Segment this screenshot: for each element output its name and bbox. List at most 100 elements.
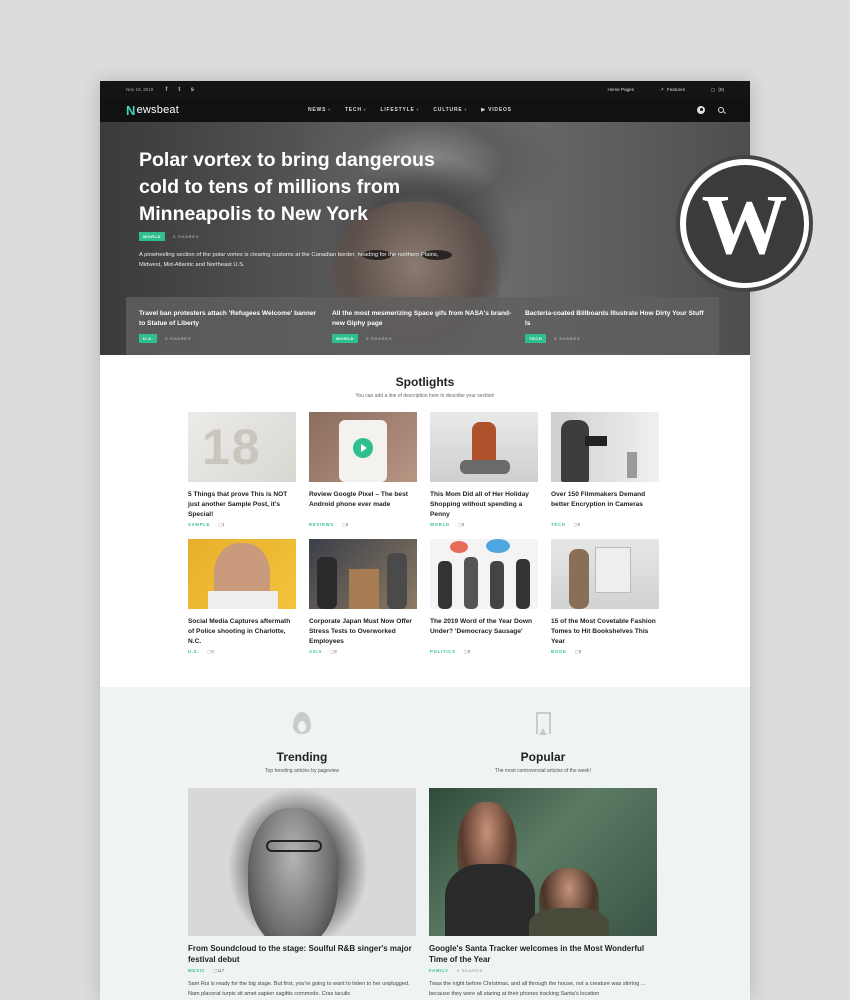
category-badge[interactable]: WORLD	[139, 232, 166, 241]
article-card[interactable]: 18 5 Things that prove This is NOT just …	[188, 412, 296, 527]
speech-bubble-graphic	[486, 539, 510, 553]
strip-item[interactable]: Travel ban protesters attach 'Refugees W…	[139, 309, 319, 355]
article-title[interactable]: Social Media Captures aftermath of Polic…	[188, 617, 296, 648]
category-badge[interactable]: TECH	[525, 334, 547, 343]
nav-item-tech[interactable]: TECH	[345, 107, 367, 113]
facebook-icon[interactable]: f	[163, 87, 169, 93]
strip-item-title[interactable]: Travel ban protesters attach 'Refugees W…	[139, 309, 319, 330]
article-thumbnail[interactable]	[551, 412, 659, 482]
features-link[interactable]: ↗ Features	[660, 87, 685, 93]
article-card[interactable]: Review Google Pixel – The best Android p…	[309, 412, 417, 527]
person-graphic	[387, 553, 407, 609]
cart-link[interactable]: ▢ (0)	[711, 87, 724, 93]
article-thumbnail[interactable]: 18	[188, 412, 296, 482]
comment-count: 0	[458, 522, 464, 527]
person-graphic	[472, 422, 496, 462]
article-card[interactable]: The 2019 Word of the Year Down Under? 'D…	[430, 539, 538, 654]
comment-count: 0	[207, 649, 213, 654]
category-badge[interactable]: WORLD	[332, 334, 359, 343]
strip-item-meta: TECH 0 SHARES	[525, 334, 705, 343]
browser-frame: Nov 19, 2019 f t s Home Pages ↗ Features …	[100, 81, 750, 1000]
food-graphic	[349, 569, 379, 609]
book-graphic	[595, 547, 631, 593]
play-icon[interactable]	[353, 438, 373, 458]
strip-item-title[interactable]: All the most mesmerizing Space gifs from…	[332, 309, 512, 330]
bookmark-icon	[528, 712, 558, 742]
category-label[interactable]: BOOK	[551, 649, 567, 654]
person-graphic	[516, 559, 530, 609]
hero-description: A pinwheeling section of the polar vorte…	[139, 252, 439, 268]
article-title[interactable]: 5 Things that prove This is NOT just ano…	[188, 490, 296, 521]
snapchat-icon[interactable]: s	[189, 87, 195, 93]
article-title[interactable]: Review Google Pixel – The best Android p…	[309, 490, 417, 521]
category-badge[interactable]: U.S.	[139, 334, 158, 343]
site-logo[interactable]: N ews beat	[126, 103, 179, 118]
twitter-icon[interactable]: t	[176, 87, 182, 93]
strip-item-meta: U.S. 0 SHARES	[139, 334, 319, 343]
article-image[interactable]	[188, 788, 416, 936]
article-title[interactable]: Over 150 Filmmakers Demand better Encryp…	[551, 490, 659, 521]
nav-item-news[interactable]: NEWS	[308, 107, 331, 113]
article-card[interactable]: 15 of the Most Covetable Fashion Tomes t…	[551, 539, 659, 654]
number-graphic: 18	[202, 419, 262, 475]
article-title[interactable]: This Mom Did all of Her Holiday Shopping…	[430, 490, 538, 521]
spotlights-grid: 18 5 Things that prove This is NOT just …	[188, 412, 659, 654]
comment-count: 0	[330, 649, 336, 654]
spotlights-section: Spotlights You can add a line of descrip…	[100, 355, 750, 687]
shares-count: 0 SHARES	[173, 234, 200, 239]
category-label[interactable]: U.S.	[188, 649, 199, 654]
article-meta: SAMPLE 1	[188, 522, 296, 527]
section-title: Popular	[520, 750, 566, 764]
category-label[interactable]: POLITICS	[430, 649, 456, 654]
article-title[interactable]: 15 of the Most Covetable Fashion Tomes t…	[551, 617, 659, 648]
article-title[interactable]: The 2019 Word of the Year Down Under? 'D…	[430, 617, 538, 648]
article-title[interactable]: Corporate Japan Must Now Offer Stress Te…	[309, 617, 417, 648]
article-card[interactable]: Social Media Captures aftermath of Polic…	[188, 539, 296, 654]
category-label[interactable]: SAMPLE	[188, 522, 210, 527]
logo-text-a: ews	[136, 104, 157, 116]
person-graphic	[561, 420, 589, 482]
category-label[interactable]: TECH	[551, 522, 566, 527]
category-label[interactable]: ASIA	[309, 649, 322, 654]
strip-item[interactable]: All the most mesmerizing Space gifs from…	[332, 309, 512, 355]
article-title[interactable]: Google's Santa Tracker welcomes in the M…	[429, 943, 657, 965]
category-label[interactable]: MUSIC	[188, 968, 206, 973]
arrow-icon: ↗	[660, 86, 664, 92]
article-image[interactable]	[429, 788, 657, 936]
comment-count: 0	[574, 522, 580, 527]
nav-item-videos[interactable]: ▶ VIDEOS	[481, 107, 512, 113]
hero-title[interactable]: Polar vortex to bring dangerous cold to …	[139, 147, 459, 228]
article-meta: POLITICS 0	[430, 649, 538, 654]
person-graphic	[460, 460, 510, 474]
article-thumbnail[interactable]	[309, 412, 417, 482]
article-card[interactable]: Corporate Japan Must Now Offer Stress Te…	[309, 539, 417, 654]
strip-item[interactable]: Bacteria-coated Billboards Illustrate Ho…	[525, 309, 705, 355]
category-label[interactable]: REVIEWS	[309, 522, 334, 527]
featured-strip: Travel ban protesters attach 'Refugees W…	[126, 297, 719, 355]
user-icon[interactable]	[697, 106, 705, 114]
share-count: 117	[214, 968, 224, 973]
article-thumbnail[interactable]	[430, 539, 538, 609]
article-thumbnail[interactable]	[430, 412, 538, 482]
article-meta: WORLD 0	[430, 522, 538, 527]
category-label[interactable]: FAMILY	[429, 968, 449, 973]
nav-item-culture[interactable]: CULTURE	[433, 107, 467, 113]
category-label[interactable]: WORLD	[430, 522, 450, 527]
popular-column: Popular The most controversial articles …	[429, 687, 657, 999]
article-meta: BOOK 0	[551, 649, 659, 654]
bookmark-icon-shape	[535, 712, 551, 735]
article-thumbnail[interactable]	[551, 539, 659, 609]
article-card[interactable]: This Mom Did all of Her Holiday Shopping…	[430, 412, 538, 527]
wordpress-icon: W	[685, 164, 804, 283]
article-title[interactable]: From Soundcloud to the stage: Soulful R&…	[188, 943, 416, 965]
nav-icons	[697, 106, 724, 114]
glasses-graphic	[266, 840, 322, 852]
nav-item-lifestyle[interactable]: LIFESTYLE	[380, 107, 419, 113]
article-card[interactable]: Over 150 Filmmakers Demand better Encryp…	[551, 412, 659, 527]
strip-item-title[interactable]: Bacteria-coated Billboards Illustrate Ho…	[525, 309, 705, 330]
search-icon[interactable]	[718, 107, 724, 113]
article-thumbnail[interactable]	[309, 539, 417, 609]
social-links: f t s	[163, 87, 195, 93]
article-thumbnail[interactable]	[188, 539, 296, 609]
home-pages-link[interactable]: Home Pages	[607, 87, 634, 93]
